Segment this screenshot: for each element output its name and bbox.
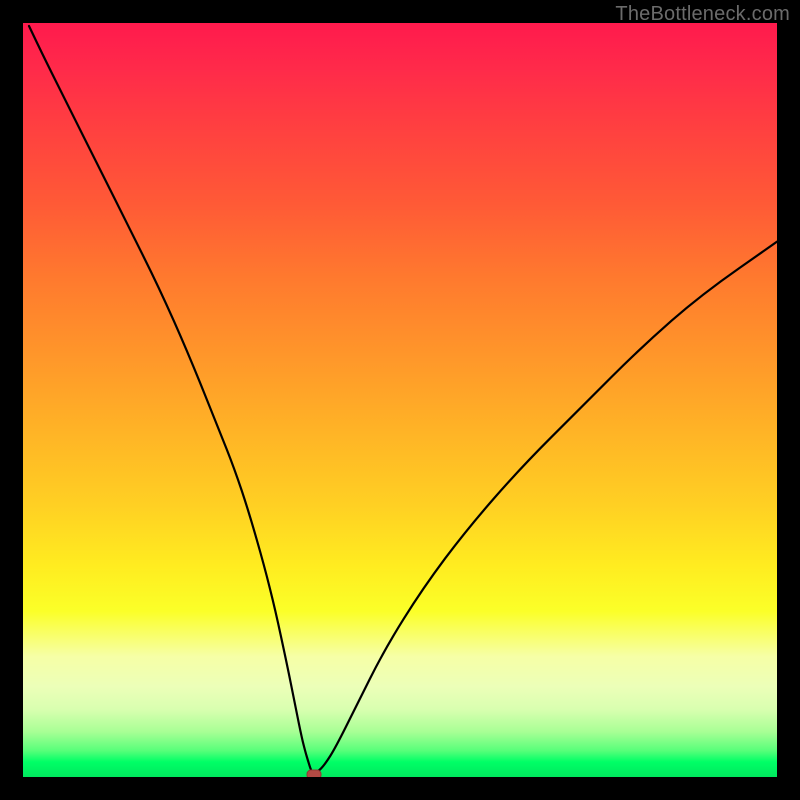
watermark-text: TheBottleneck.com bbox=[615, 3, 790, 26]
bottleneck-curve bbox=[23, 23, 777, 777]
curve-path bbox=[29, 26, 777, 773]
plot-area bbox=[23, 23, 777, 777]
chart-frame: TheBottleneck.com bbox=[0, 0, 800, 800]
cusp-marker bbox=[307, 770, 321, 777]
